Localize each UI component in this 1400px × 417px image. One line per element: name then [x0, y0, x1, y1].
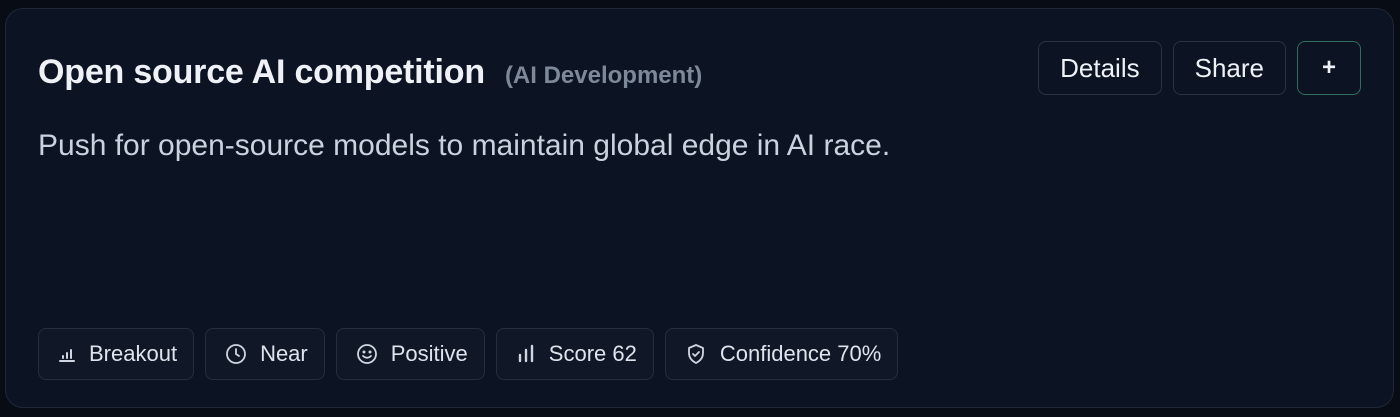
tag-label: Positive [390, 341, 468, 366]
tag-label: Near [260, 341, 308, 366]
tag-label: Score 62 [548, 341, 637, 366]
clock-icon [224, 342, 248, 366]
shield-check-icon [684, 342, 708, 366]
card-title: Open source AI competition [38, 53, 485, 91]
card-category: (AI Development) [504, 62, 703, 89]
card-actions: Details Share + [1038, 41, 1361, 95]
trend-card: Open source AI competition (AI Developme… [5, 8, 1394, 408]
smile-icon [355, 342, 379, 366]
tag-score[interactable]: Score 62 [495, 328, 654, 380]
tag-label: Confidence 70% [719, 341, 882, 366]
share-button[interactable]: Share [1172, 41, 1286, 95]
details-button[interactable]: Details [1038, 41, 1162, 95]
tag-confidence[interactable]: Confidence 70% [664, 328, 899, 380]
card-description: Push for open-source models to maintain … [38, 129, 891, 162]
tag-momentum[interactable]: Breakout [38, 328, 195, 380]
tag-sentiment[interactable]: Positive [335, 328, 485, 380]
bar-chart-icon [57, 344, 77, 364]
card-header: Open source AI competition (AI Developme… [38, 53, 702, 92]
tag-horizon[interactable]: Near [205, 328, 325, 380]
bar-chart-icon [515, 343, 537, 365]
add-button[interactable]: + [1297, 41, 1361, 95]
tag-label: Breakout [89, 341, 178, 366]
tag-list: Breakout Near Positive Score 62 Confiden… [38, 328, 899, 380]
